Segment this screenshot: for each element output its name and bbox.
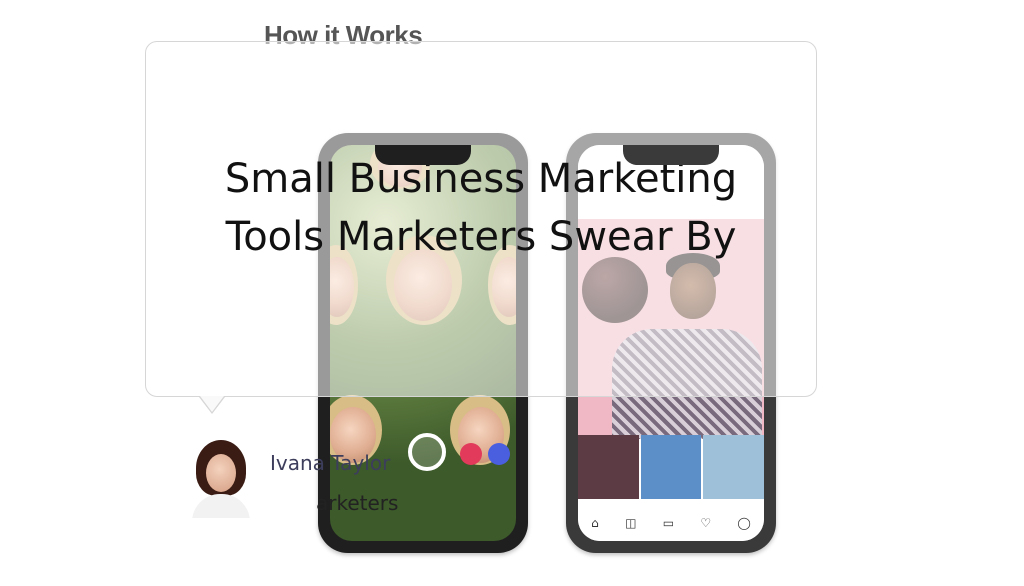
quote-line-2: Tools Marketers Swear By [225, 214, 737, 260]
quote-text: Small Business Marketing Tools Marketers… [145, 150, 817, 266]
author-name: Ivana Taylor [270, 451, 391, 475]
profile-icon: ◯ [737, 516, 751, 530]
shutter-button [408, 433, 446, 471]
feed-bottom-nav: ⌂ ◫ ▭ ♡ ◯ [578, 505, 764, 541]
phone-notch [375, 145, 471, 165]
filter-dot-blue [488, 443, 510, 465]
shop-icon: ▭ [662, 516, 675, 530]
filter-dot-red [460, 443, 482, 465]
quote-bubble-tail [200, 396, 224, 412]
phone-notch [623, 145, 719, 165]
home-icon: ⌂ [591, 516, 599, 530]
reels-icon: ◫ [625, 516, 637, 530]
testimonial-slide: How it Works ⌂ ◫ ▭ ♡ ◯ Small Business Ma… [0, 0, 1024, 586]
author-role: arketers [316, 491, 399, 515]
author-avatar [190, 440, 252, 518]
feed-thumbnail-grid [578, 435, 764, 499]
heart-icon: ♡ [700, 516, 712, 530]
